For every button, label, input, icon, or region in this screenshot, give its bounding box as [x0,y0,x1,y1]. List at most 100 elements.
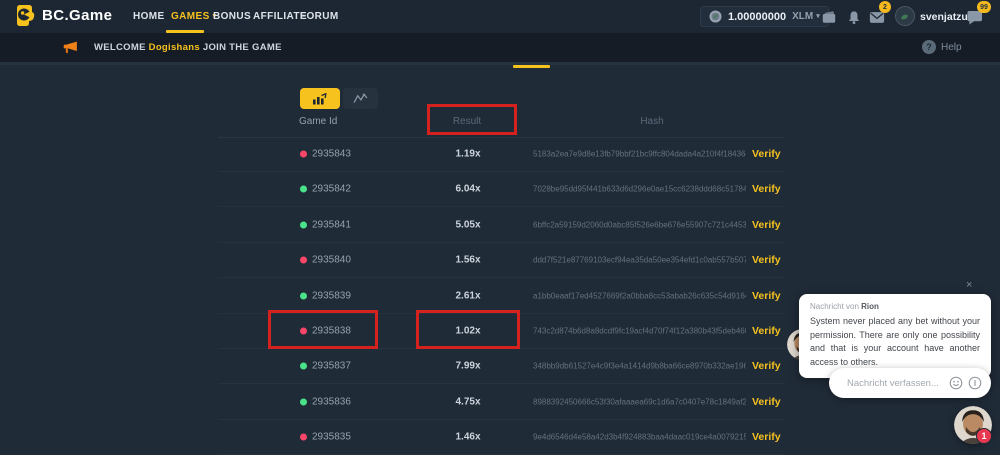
annotation-box-result-header [427,104,517,135]
coin-icon [709,10,722,23]
chat-input[interactable] [845,377,944,390]
annotation-box-result-1-02x [416,310,520,349]
result-value: 1.46x [428,432,508,443]
hash-value: 6bffc2a59159d2060d0abc85f526e6be676e5590… [533,221,746,230]
hash-value: 743c2d874b6d8a8dcdf9fc19acf4d70f74f12a38… [533,327,746,336]
hash-value: 9e4d6546d4e58a42d3b4f924883baa4daac019ce… [533,433,746,442]
table-row: 2935840 1.56x ddd7f521e87769103ecf94ea35… [218,243,785,278]
help-button[interactable]: ? Help [922,40,962,54]
welcome-bar: WELCOME Dogishans JOIN THE GAME ? Help [0,33,1000,62]
status-dot [300,186,307,193]
top-header: BC.Game HOME GAMES ▾ BONUS AFFILIATE FOR… [0,0,1000,33]
bar-chart-icon [312,93,328,105]
chat-meta-prefix: Nachricht von [810,302,861,311]
wallet-button[interactable] [818,7,840,27]
user-avatar[interactable] [895,6,915,26]
nav-bonus[interactable]: BONUS [213,11,251,22]
verify-link[interactable]: Verify [752,183,781,195]
welcome-username: Dogishans [149,42,200,53]
table-row: 2935839 2.61x a1bb0eaaf17ed4527669f2a0bb… [218,279,785,314]
verify-link[interactable]: Verify [752,431,781,443]
chat-panel-badge: 99 [977,1,991,13]
nav-games-label: GAMES [171,11,210,22]
status-dot [300,151,307,158]
bell-button[interactable] [843,7,865,27]
mail-badge: 2 [879,1,891,13]
column-header-game-id: Game Id [299,116,337,127]
chat-message-text: System never placed any bet without your… [810,315,980,369]
verify-link[interactable]: Verify [752,396,781,408]
column-header-hash: Hash [629,116,675,127]
status-dot [300,293,307,300]
trend-chart-icon [353,93,368,104]
help-label: Help [941,42,962,53]
result-value: 2.61x [428,291,508,302]
active-tab-indicator [513,65,550,68]
table-row: 2935836 4.75x 8988392450666c53f30afaaaea… [218,385,785,420]
chat-close-button[interactable]: × [966,279,972,291]
chat-unread-badge: 1 [976,428,992,444]
currency-label: XLM [792,11,813,22]
status-dot [300,257,307,264]
attachment-icon[interactable] [968,376,982,390]
verify-link[interactable]: Verify [752,148,781,160]
game-id: 2935835 [312,432,351,443]
chat-sender-name: Rion [861,302,879,311]
balance-amount: 1.00000000 [728,11,786,23]
annotation-box-game-id-2935838 [268,310,378,349]
game-id: 2935839 [312,291,351,302]
welcome-prefix: WELCOME [94,42,149,53]
table-row: 2935835 1.46x 9e4d6546d4e58a42d3b4f92488… [218,420,785,455]
result-value: 1.56x [428,255,508,266]
table-row: 2935842 6.04x 7028be95dd95f441b633d6d296… [218,172,785,207]
status-dot [300,434,307,441]
status-dot [300,399,307,406]
result-value: 7.99x [428,361,508,372]
game-id: 2935837 [312,361,351,372]
nav-games[interactable]: GAMES ▾ [171,11,217,22]
welcome-message: WELCOME Dogishans JOIN THE GAME [94,42,282,53]
verify-link[interactable]: Verify [752,219,781,231]
verify-link[interactable]: Verify [752,325,781,337]
hash-value: a1bb0eaaf17ed4527669f2a0bba8cc53abab26c6… [533,292,746,301]
status-dot [300,222,307,229]
brand-logo[interactable]: BC.Game [14,4,112,27]
table-row: 2935843 1.19x 5183a2ea7e9d8e13fb79bbf21b… [218,137,785,172]
game-id: 2935842 [312,184,351,195]
question-mark-icon: ? [922,40,936,54]
result-value: 1.19x [428,149,508,160]
bar-chart-toggle-button[interactable] [300,88,340,109]
game-id: 2935843 [312,149,351,160]
balance-selector[interactable]: 1.00000000 XLM ▾ [700,6,829,27]
hash-value: 5183a2ea7e9d8e13fb79bbf21bc9ffc804dada4a… [533,150,746,159]
table-row: 2935837 7.99x 348bb9db61527e4c9f3e4a1414… [218,349,785,384]
chat-message-meta: Nachricht von Rion [810,302,980,311]
hash-value: 7028be95dd95f441b633d6d296e0ae15cc6238dd… [533,185,746,194]
chat-message-bubble: Nachricht von Rion System never placed a… [799,294,991,378]
username-label: svenjatzu [920,11,968,23]
result-value: 4.75x [428,397,508,408]
game-id: 2935836 [312,397,351,408]
nav-affiliate[interactable]: AFFILIATE [253,11,307,22]
hash-value: ddd7f521e87769103ecf94ea35da50ee354efd1c… [533,256,746,265]
nav-forum[interactable]: FORUM [300,11,339,22]
result-value: 5.05x [428,220,508,231]
nav-home[interactable]: HOME [133,11,165,22]
game-id: 2935841 [312,220,351,231]
hash-value: 8988392450666c53f30afaaaea69c1d6a7c0407e… [533,398,746,407]
verify-link[interactable]: Verify [752,360,781,372]
trend-chart-toggle-button[interactable] [343,88,378,109]
content-divider [0,62,1000,65]
megaphone-icon [62,41,79,55]
table-row: 2935841 5.05x 6bffc2a59159d2060d0abc85f5… [218,208,785,243]
hash-value: 348bb9db61527e4c9f3e4a1414d9b8ba66ce8970… [533,362,746,371]
game-id: 2935840 [312,255,351,266]
status-dot [300,363,307,370]
verify-link[interactable]: Verify [752,254,781,266]
chat-input-bar [829,368,991,398]
bcgame-logo-icon [14,4,35,27]
brand-name: BC.Game [42,7,112,24]
verify-link[interactable]: Verify [752,290,781,302]
welcome-suffix: JOIN THE GAME [200,42,282,53]
emoji-icon[interactable] [949,376,963,390]
